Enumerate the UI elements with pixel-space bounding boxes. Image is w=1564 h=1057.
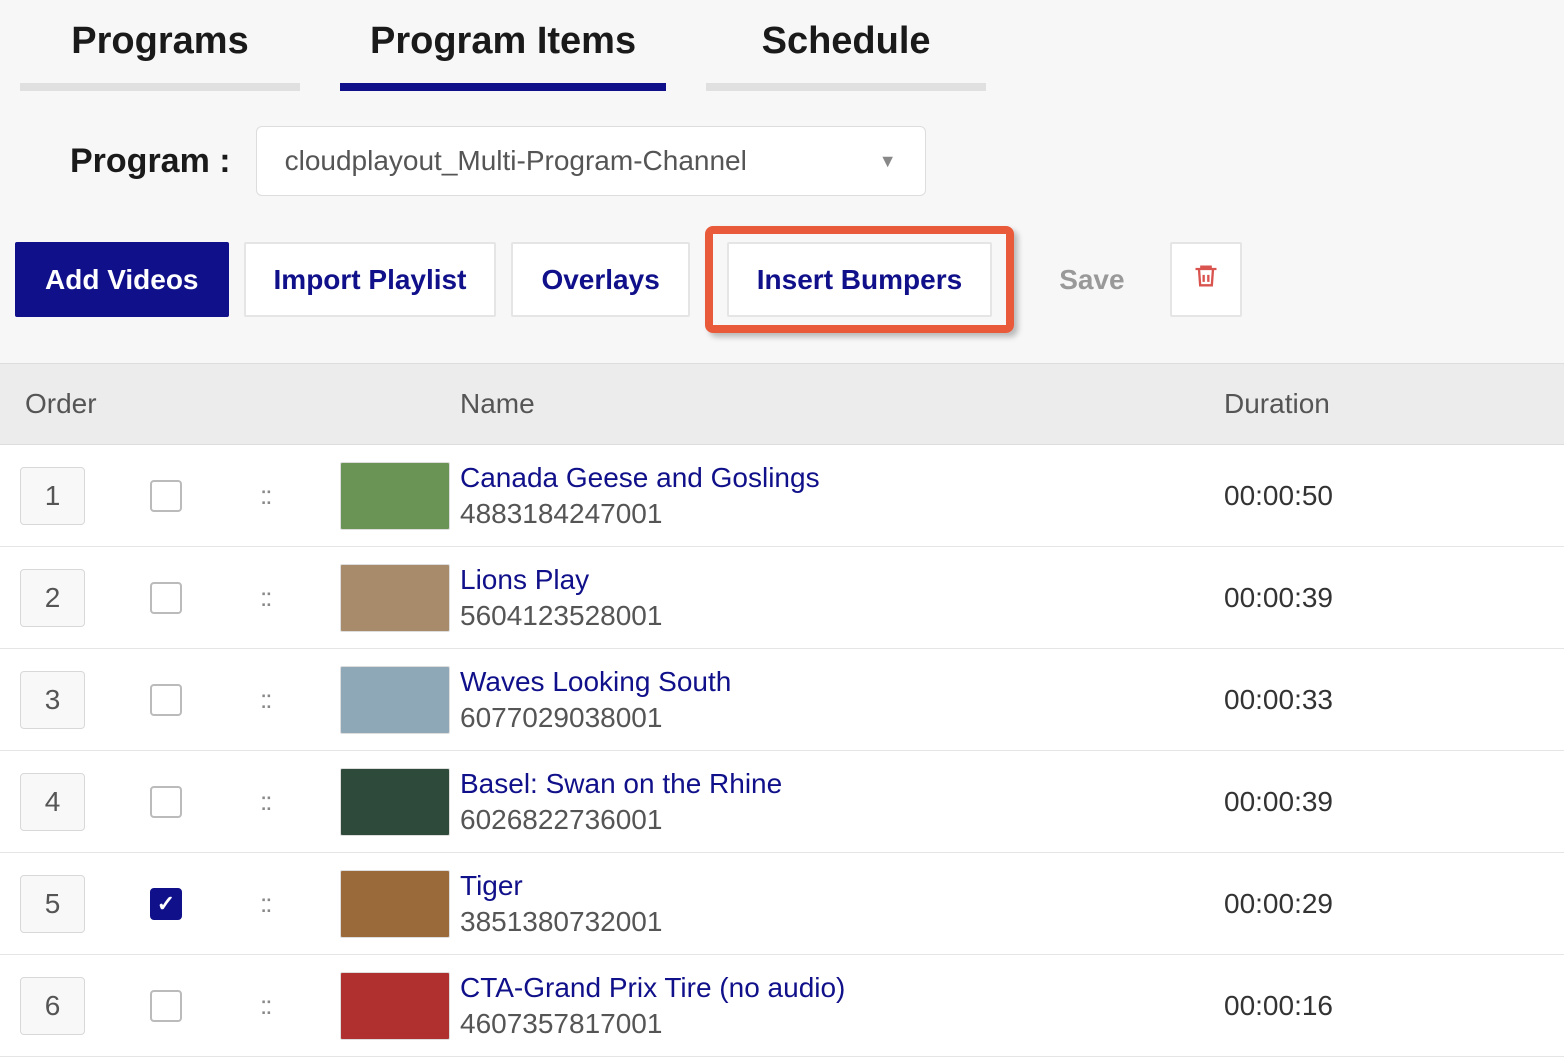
program-selected-value: cloudplayout_Multi-Program-Channel (285, 145, 747, 177)
row-checkbox[interactable] (150, 990, 182, 1022)
order-badge: 5 (20, 875, 85, 933)
table-row: 3::Waves Looking South607702903800100:00… (0, 649, 1564, 751)
duration-value: 00:00:16 (1224, 990, 1564, 1022)
item-title[interactable]: CTA-Grand Prix Tire (no audio) (460, 971, 1224, 1005)
tab-programs[interactable]: Programs (20, 10, 300, 91)
trash-icon (1192, 261, 1220, 298)
thumbnail[interactable] (340, 564, 450, 632)
thumbnail[interactable] (340, 666, 450, 734)
table-row: 5 ✓::Tiger385138073200100:00:29 (0, 853, 1564, 955)
row-checkbox[interactable] (150, 480, 182, 512)
item-id: 6026822736001 (460, 803, 1224, 837)
duration-value: 00:00:50 (1224, 480, 1564, 512)
chevron-down-icon: ▼ (879, 151, 897, 172)
table-row: 4::Basel: Swan on the Rhine6026822736001… (0, 751, 1564, 853)
drag-handle-icon[interactable]: :: (260, 990, 340, 1021)
order-badge: 4 (20, 773, 85, 831)
drag-handle-icon[interactable]: :: (260, 888, 340, 919)
save-button[interactable]: Save (1029, 242, 1154, 317)
col-order: Order (0, 388, 130, 420)
table-header: Order Name Duration (0, 363, 1564, 445)
tab-schedule[interactable]: Schedule (706, 10, 986, 91)
item-id: 3851380732001 (460, 905, 1224, 939)
row-checkbox[interactable] (150, 786, 182, 818)
item-id: 4883184247001 (460, 497, 1224, 531)
item-title[interactable]: Lions Play (460, 563, 1224, 597)
row-checkbox[interactable] (150, 684, 182, 716)
thumbnail[interactable] (340, 462, 450, 530)
thumbnail[interactable] (340, 972, 450, 1040)
duration-value: 00:00:39 (1224, 582, 1564, 614)
table-row: 2::Lions Play560412352800100:00:39 (0, 547, 1564, 649)
drag-handle-icon[interactable]: :: (260, 684, 340, 715)
drag-handle-icon[interactable]: :: (260, 582, 340, 613)
table-body: 1::Canada Geese and Goslings488318424700… (0, 445, 1564, 1057)
item-id: 6077029038001 (460, 701, 1224, 735)
item-id: 4607357817001 (460, 1007, 1224, 1041)
item-id: 5604123528001 (460, 599, 1224, 633)
drag-handle-icon[interactable]: :: (260, 480, 340, 511)
duration-value: 00:00:39 (1224, 786, 1564, 818)
item-title[interactable]: Tiger (460, 869, 1224, 903)
order-badge: 2 (20, 569, 85, 627)
table-row: 6::CTA-Grand Prix Tire (no audio)4607357… (0, 955, 1564, 1057)
order-badge: 6 (20, 977, 85, 1035)
order-badge: 1 (20, 467, 85, 525)
highlight-insert-bumpers: Insert Bumpers (705, 226, 1014, 333)
toolbar: Add Videos Import Playlist Overlays Inse… (0, 226, 1564, 363)
program-select[interactable]: cloudplayout_Multi-Program-Channel ▼ (256, 126, 926, 196)
duration-value: 00:00:33 (1224, 684, 1564, 716)
table-row: 1::Canada Geese and Goslings488318424700… (0, 445, 1564, 547)
duration-value: 00:00:29 (1224, 888, 1564, 920)
add-videos-button[interactable]: Add Videos (15, 242, 229, 317)
order-badge: 3 (20, 671, 85, 729)
col-name: Name (460, 388, 1224, 420)
col-duration: Duration (1224, 388, 1564, 420)
item-title[interactable]: Waves Looking South (460, 665, 1224, 699)
item-title[interactable]: Basel: Swan on the Rhine (460, 767, 1224, 801)
thumbnail[interactable] (340, 870, 450, 938)
row-checkbox[interactable]: ✓ (150, 888, 182, 920)
item-title[interactable]: Canada Geese and Goslings (460, 461, 1224, 495)
insert-bumpers-button[interactable]: Insert Bumpers (727, 242, 992, 317)
thumbnail[interactable] (340, 768, 450, 836)
overlays-button[interactable]: Overlays (511, 242, 689, 317)
row-checkbox[interactable] (150, 582, 182, 614)
import-playlist-button[interactable]: Import Playlist (244, 242, 497, 317)
program-label: Program : (70, 142, 231, 181)
delete-button[interactable] (1170, 242, 1242, 317)
program-selector-row: Program : cloudplayout_Multi-Program-Cha… (0, 91, 1564, 226)
tabs: Programs Program Items Schedule (0, 0, 1564, 91)
drag-handle-icon[interactable]: :: (260, 786, 340, 817)
tab-program-items[interactable]: Program Items (340, 10, 666, 91)
